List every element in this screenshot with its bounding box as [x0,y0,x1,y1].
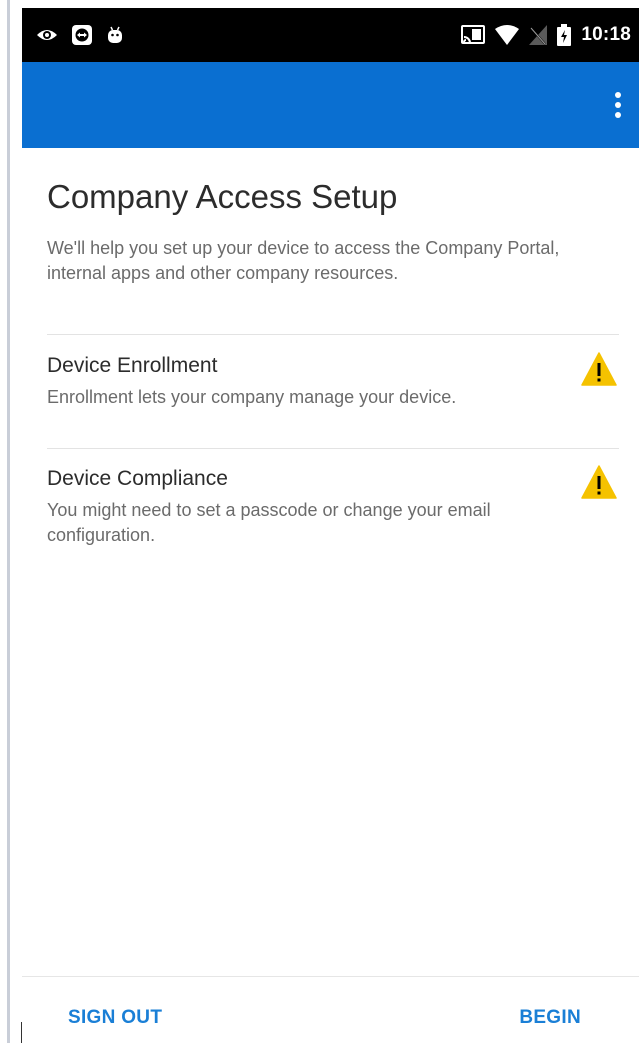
warning-icon [581,465,617,499]
page-title: Company Access Setup [47,178,398,215]
no-signal-icon [529,25,548,45]
wifi-icon [495,25,520,45]
page-subtitle: We'll help you set up your device to acc… [47,238,560,283]
status-bar: 10:18 [22,8,639,62]
window-left-border-line [7,0,10,1043]
section-title: Device Compliance [47,467,228,490]
list-item-device-enrollment[interactable]: Device Enrollment Enrollment lets your c… [47,352,619,410]
section-description: Enrollment lets your company manage your… [47,387,457,407]
menu-dot [615,92,621,98]
menu-dot [615,102,621,108]
sign-out-button[interactable]: SIGN OUT [68,1007,162,1029]
battery-icon [557,24,572,46]
warning-icon [581,352,617,386]
menu-dot [615,112,621,118]
list-item-device-compliance[interactable]: Device Compliance You might need to set … [47,465,619,548]
section-description: You might need to set a passcode or chan… [47,500,491,545]
divider [47,334,619,335]
status-bar-clock: 10:18 [581,24,631,45]
status-bar-left-icons [36,8,124,62]
android-icon [108,26,122,43]
divider [47,448,619,449]
cast-icon [461,25,486,44]
eye-icon [37,30,57,40]
teamviewer-icon [72,25,92,45]
status-bar-right-icons: 10:18 [461,8,631,62]
app-bar [22,62,639,148]
bottom-action-bar: SIGN OUT BEGIN [22,976,639,1044]
section-title: Device Enrollment [47,354,218,377]
more-vert-icon[interactable] [615,92,621,118]
begin-button[interactable]: BEGIN [519,1007,581,1029]
main-content: Company Access Setup We'll help you set … [22,148,639,976]
